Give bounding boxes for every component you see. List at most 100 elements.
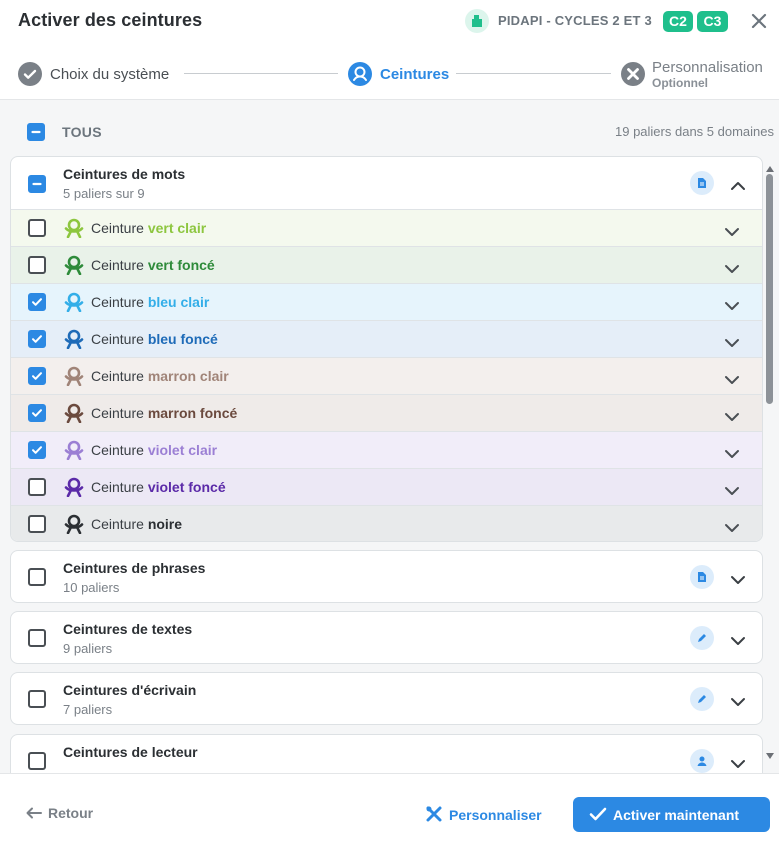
step-ceintures[interactable]: Ceintures — [380, 66, 449, 83]
chevron-down-icon[interactable] — [730, 756, 746, 768]
domain-subtitle: 9 paliers — [63, 641, 113, 656]
belt-label: Ceinture violet clair — [91, 442, 217, 458]
belt-label-prefix: Ceinture — [91, 294, 144, 310]
belt-icon — [63, 255, 85, 280]
belt-label: Ceinture vert foncé — [91, 257, 215, 273]
belt-row[interactable]: Ceinture violet clair — [11, 431, 762, 468]
check-icon — [589, 807, 607, 821]
step-done-check-icon — [18, 62, 42, 86]
domain-checkbox[interactable] — [28, 629, 46, 647]
modal-title: Activer des ceintures — [18, 10, 203, 30]
scrollbar-thumb[interactable] — [766, 174, 773, 404]
belt-label: Ceinture noire — [91, 516, 182, 532]
belt-row[interactable]: Ceinture marron clair — [11, 357, 762, 394]
step-optional-label: Optionnel — [652, 76, 708, 90]
belt-checkbox[interactable] — [28, 367, 46, 385]
chevron-down-icon[interactable] — [724, 298, 740, 310]
scroll-down-arrow-icon[interactable] — [766, 746, 774, 764]
belt-checkbox[interactable] — [28, 256, 46, 274]
belt-checkbox[interactable] — [28, 478, 46, 496]
belt-label-prefix: Ceinture — [91, 516, 144, 532]
domain-header[interactable]: Ceintures de phrases 10 paliers — [11, 551, 762, 602]
domain-header[interactable]: Ceintures de mots 5 paliers sur 9 — [11, 157, 762, 209]
chevron-down-icon[interactable] — [724, 372, 740, 384]
chevron-up-icon[interactable] — [730, 178, 746, 190]
reader-icon — [690, 749, 714, 773]
belt-checkbox[interactable] — [28, 515, 46, 533]
modal-footer: Retour Personnaliser Activer maintenant — [0, 775, 779, 842]
close-icon[interactable] — [750, 12, 768, 30]
domain-title: Ceintures de mots — [63, 166, 186, 182]
domain-checkbox[interactable] — [28, 568, 46, 586]
chevron-down-icon[interactable] — [730, 633, 746, 645]
step-choix-systeme[interactable]: Choix du système — [50, 66, 169, 83]
chevron-down-icon[interactable] — [730, 694, 746, 706]
tools-icon — [426, 806, 442, 822]
belt-checkbox[interactable] — [28, 293, 46, 311]
chevron-down-icon[interactable] — [724, 261, 740, 273]
chevron-down-icon[interactable] — [724, 520, 740, 532]
customize-label: Personnaliser — [449, 807, 542, 823]
modal-header: Activer des ceintures PIDAPI - CYCLES 2 … — [0, 0, 779, 44]
belt-label: Ceinture marron clair — [91, 368, 229, 384]
step-personnalisation[interactable]: Personnalisation — [652, 59, 763, 76]
domain-card-phrases: Ceintures de phrases 10 paliers — [10, 550, 763, 603]
domain-card-lecteur: Ceintures de lecteur — [10, 734, 763, 773]
chevron-down-icon[interactable] — [724, 446, 740, 458]
belt-row[interactable]: Ceinture vert clair — [11, 209, 762, 246]
belt-checkbox[interactable] — [28, 404, 46, 422]
domain-checkbox[interactable] — [28, 175, 46, 193]
belt-row[interactable]: Ceinture violet foncé — [11, 468, 762, 505]
selection-summary: 19 paliers dans 5 domaines — [615, 124, 774, 139]
belt-row[interactable]: Ceinture vert foncé — [11, 246, 762, 283]
select-all-checkbox[interactable] — [27, 123, 45, 141]
domain-header[interactable]: Ceintures de textes 9 paliers — [11, 612, 762, 663]
chevron-down-icon[interactable] — [724, 409, 740, 421]
domain-subtitle: 5 paliers sur 9 — [63, 186, 145, 201]
belt-icon — [63, 514, 85, 539]
belt-icon — [63, 329, 85, 354]
domain-title: Ceintures de textes — [63, 621, 193, 637]
belt-icon — [63, 440, 85, 465]
chevron-down-icon[interactable] — [724, 335, 740, 347]
belt-label-prefix: Ceinture — [91, 220, 144, 236]
belt-color-name: bleu clair — [147, 294, 210, 310]
belt-label-prefix: Ceinture — [91, 257, 144, 273]
system-name: PIDAPI - CYCLES 2 ET 3 — [498, 13, 652, 28]
belt-checkbox[interactable] — [28, 441, 46, 459]
belt-checkbox[interactable] — [28, 330, 46, 348]
belt-icon — [63, 218, 85, 243]
belt-row[interactable]: Ceinture noire — [11, 505, 762, 541]
belt-label-prefix: Ceinture — [91, 331, 144, 347]
chevron-down-icon[interactable] — [724, 483, 740, 495]
cycle-badge-c2: C2 — [663, 11, 693, 32]
customize-button[interactable]: Personnaliser — [425, 805, 542, 823]
domain-title: Ceintures d'écrivain — [63, 682, 197, 698]
belt-color-name: vert foncé — [147, 257, 215, 273]
domain-checkbox[interactable] — [28, 690, 46, 708]
pen-icon — [690, 687, 714, 711]
pen-icon — [690, 626, 714, 650]
domain-checkbox[interactable] — [28, 752, 46, 770]
belt-row[interactable]: Ceinture marron foncé — [11, 394, 762, 431]
activate-now-button[interactable]: Activer maintenant — [573, 797, 770, 832]
step-connector — [184, 73, 338, 74]
belt-selection-area: TOUS 19 paliers dans 5 domaines Ceinture… — [0, 99, 779, 774]
belt-label-prefix: Ceinture — [91, 442, 144, 458]
system-logo-icon — [465, 9, 489, 33]
belt-label: Ceinture violet foncé — [91, 479, 226, 495]
belt-checkbox[interactable] — [28, 219, 46, 237]
step-connector — [456, 73, 611, 74]
domain-header[interactable]: Ceintures d'écrivain 7 paliers — [11, 673, 762, 724]
domain-header[interactable]: Ceintures de lecteur — [11, 735, 762, 773]
belt-row[interactable]: Ceinture bleu clair — [11, 283, 762, 320]
belt-label: Ceinture bleu foncé — [91, 331, 218, 347]
chevron-down-icon[interactable] — [730, 572, 746, 584]
belt-row[interactable]: Ceinture bleu foncé — [11, 320, 762, 357]
belt-label-prefix: Ceinture — [91, 368, 144, 384]
chevron-down-icon[interactable] — [724, 224, 740, 236]
domain-title: Ceintures de phrases — [63, 560, 206, 576]
domain-card-textes: Ceintures de textes 9 paliers — [10, 611, 763, 664]
back-button[interactable]: Retour — [26, 805, 93, 821]
belt-label: Ceinture marron foncé — [91, 405, 237, 421]
